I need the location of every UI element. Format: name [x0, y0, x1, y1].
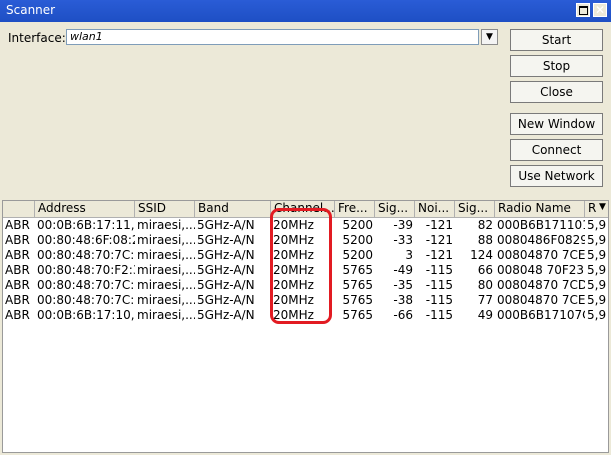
close-button[interactable]: Close [510, 81, 603, 103]
table-cell: -66 [393, 308, 413, 322]
table-cell: 5GHz-A/N [197, 293, 255, 307]
table-cell: -121 [425, 218, 453, 232]
maximize-icon[interactable] [576, 3, 590, 17]
channel-highlight-annotation [270, 208, 332, 324]
table-cell: miraesi,... [137, 248, 195, 262]
table-cell: -121 [425, 248, 453, 262]
table-cell: 5,9 [587, 308, 607, 322]
table-cell: -115 [425, 293, 453, 307]
table-cell: 5GHz-A/N [197, 278, 255, 292]
table-cell: miraesi,... [137, 278, 195, 292]
column-header[interactable]: Noi... [415, 201, 455, 217]
use-network-button[interactable]: Use Network [510, 165, 603, 187]
close-icon[interactable]: ✕ [593, 3, 607, 17]
table-cell: 000B6B171101 [497, 218, 585, 232]
table-cell: 00:80:48:70:7C:... [37, 293, 135, 307]
table-cell: miraesi,... [137, 293, 195, 307]
table-cell: miraesi,... [137, 308, 195, 322]
table-cell: 3 [405, 248, 413, 262]
table-cell: ABR [5, 233, 30, 247]
table-cell: 124 [470, 248, 493, 262]
table-cell: 00:80:48:70:F2:38 [37, 263, 135, 277]
table-cell: 5,9 [587, 218, 607, 232]
table-cell: 000B6B17107C [497, 308, 585, 322]
table-cell: ABR [5, 218, 30, 232]
table-cell: 5765 [342, 278, 373, 292]
table-cell: -38 [393, 293, 413, 307]
table-cell: 5,9 [587, 278, 607, 292]
chevron-down-icon: ▼ [486, 32, 493, 42]
table-cell: 49 [477, 308, 493, 322]
table-cell: 00:0B:6B:17:10,... [37, 308, 135, 322]
table-cell: 5,9 [587, 263, 607, 277]
table-cell: -49 [393, 263, 413, 277]
column-header[interactable]: Address [35, 201, 135, 217]
interface-dropdown-button[interactable]: ▼ [481, 29, 498, 45]
table-cell: 5200 [342, 248, 373, 262]
table-cell: miraesi,... [137, 218, 195, 232]
stop-button[interactable]: Stop [510, 55, 603, 77]
table-cell: 5200 [342, 218, 373, 232]
table-cell: -39 [393, 218, 413, 232]
column-header[interactable] [3, 201, 35, 217]
table-cell: 5,9 [587, 233, 607, 247]
table-cell: -35 [393, 278, 413, 292]
table-cell: 5,9 [587, 293, 607, 307]
table-cell: ABR [5, 248, 30, 262]
column-header[interactable]: Band [195, 201, 271, 217]
table-cell: 0080486F0829 [497, 233, 585, 247]
table-cell: 5GHz-A/N [197, 248, 255, 262]
table-cell: 80 [477, 278, 493, 292]
table-cell: 5200 [342, 233, 373, 247]
sort-indicator-icon: ▼ [599, 202, 606, 212]
table-cell: 5GHz-A/N [197, 218, 255, 232]
table-cell: 5GHz-A/N [197, 308, 255, 322]
table-cell: -115 [425, 278, 453, 292]
window-title: Scanner [6, 3, 56, 17]
table-cell: 00804870 7CEC [497, 293, 585, 307]
interface-label: Interface: [8, 31, 66, 45]
table-cell: 5765 [342, 263, 373, 277]
table-cell: miraesi,... [137, 233, 195, 247]
new-window-button[interactable]: New Window [510, 113, 603, 135]
column-header[interactable]: Sig... [375, 201, 415, 217]
table-cell: 5GHz-A/N [197, 233, 255, 247]
table-cell: -33 [393, 233, 413, 247]
table-cell: ABR [5, 308, 30, 322]
table-cell: 00:80:48:6F:08:29 [37, 233, 135, 247]
table-cell: 00:80:48:70:7C:... [37, 278, 135, 292]
table-cell: -115 [425, 308, 453, 322]
table-cell: 5765 [342, 293, 373, 307]
start-button[interactable]: Start [510, 29, 603, 51]
table-cell: -121 [425, 233, 453, 247]
table-cell: 66 [477, 263, 493, 277]
column-header[interactable]: SSID [135, 201, 195, 217]
connect-button[interactable]: Connect [510, 139, 603, 161]
table-cell: 82 [477, 218, 493, 232]
table-cell: 5765 [342, 308, 373, 322]
column-header[interactable]: Fre... [335, 201, 375, 217]
table-cell: 00804870 7CED [497, 248, 585, 262]
scanner-window: Scanner ✕ Interface: wlan1 ▼ Start Stop … [0, 0, 611, 455]
table-cell: -115 [425, 263, 453, 277]
table-cell: 00804870 7CDE [497, 278, 585, 292]
table-cell: ABR [5, 278, 30, 292]
table-cell: ABR [5, 293, 30, 307]
interface-input[interactable]: wlan1 [66, 29, 479, 45]
table-cell: 00:0B:6B:17:11,... [37, 218, 135, 232]
table-cell: 88 [477, 233, 493, 247]
column-header[interactable]: Sig... [455, 201, 495, 217]
table-cell: ABR [5, 263, 30, 277]
table-cell: miraesi,... [137, 263, 195, 277]
table-cell: 77 [477, 293, 493, 307]
table-cell: 5GHz-A/N [197, 263, 255, 277]
table-cell: 5,9 [587, 248, 607, 262]
title-bar[interactable]: Scanner ✕ [0, 0, 611, 22]
column-header[interactable]: Radio Name [495, 201, 585, 217]
table-cell: 008048 70F238 [497, 263, 585, 277]
table-cell: 00:80:48:70:7C:... [37, 248, 135, 262]
